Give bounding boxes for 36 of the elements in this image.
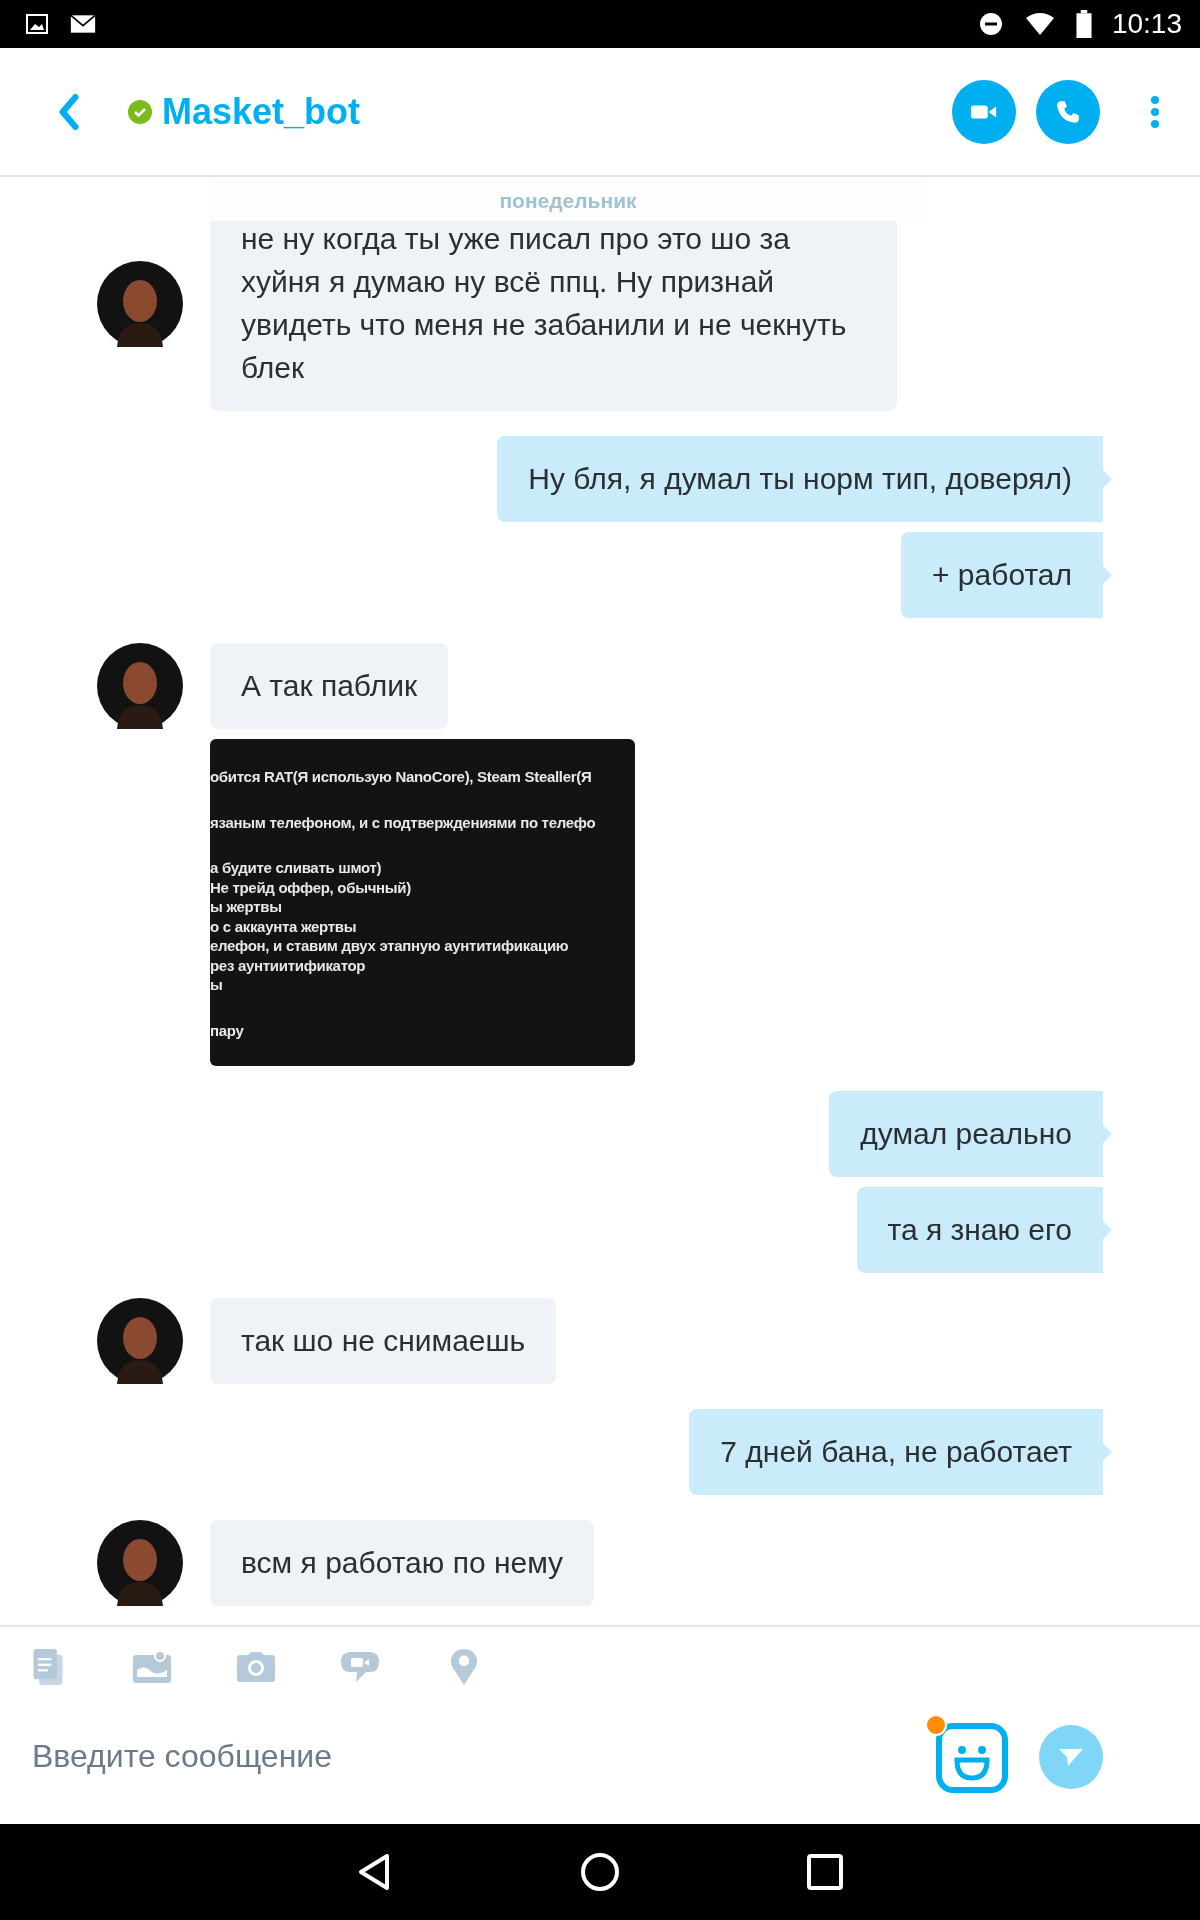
phone-icon [1054,98,1082,125]
picture-notification-icon [24,12,50,36]
battery-icon [1075,10,1092,38]
wifi-icon [1023,12,1056,36]
screenshot-text: рез аунтиитификатор [210,955,366,975]
more-options-icon[interactable] [1150,94,1160,129]
screenshot-text: елефон, и ставим двух этапную аунтитификацию [210,936,569,956]
sent-message: 7 дней бана, не работает [689,1409,1112,1495]
received-message: А так паблик [210,643,449,729]
sent-message: та я знаю его [856,1187,1112,1273]
sent-message: Ну бля, я думал ты норм тип, доверял) [497,436,1112,522]
avatar[interactable] [97,1298,183,1384]
clock: 10:13 [1111,8,1182,40]
home-icon[interactable] [580,1852,620,1892]
avatar[interactable] [97,260,183,347]
screenshot-text: а будите сливать шмот) [210,858,382,878]
message-input[interactable]: Введите сообщение [32,1738,935,1775]
screenshot-text: ы [210,975,223,995]
screenshot-text: о с аккаунта жертвы [210,916,357,936]
screenshot-text: пару [210,1020,244,1040]
screenshot-text: Не трейд оффер, обычный) [210,877,411,897]
do-not-disturb-icon [977,12,1004,36]
contact-name[interactable]: Masket_bot [162,90,361,133]
sent-message: + работал [900,532,1112,618]
back-icon[interactable] [58,92,80,131]
screenshot-text: обится RAT(Я использую NanoCore), Steam Stealler(Я [210,767,592,787]
screenshot-text: язаным телефоном, и с подтверждениями по телефо [210,812,596,832]
received-message: так шо не снимаешь [210,1298,557,1384]
avatar[interactable] [97,643,183,729]
received-message: всм я работаю по нему [210,1520,595,1606]
mail-icon [70,12,96,36]
screenshot-text: ы жертвы [210,897,282,917]
screenshot-image[interactable] [210,739,635,1066]
recents-icon[interactable] [805,1852,845,1892]
avatar[interactable] [97,1520,183,1606]
sent-message: думал реально [829,1091,1112,1177]
